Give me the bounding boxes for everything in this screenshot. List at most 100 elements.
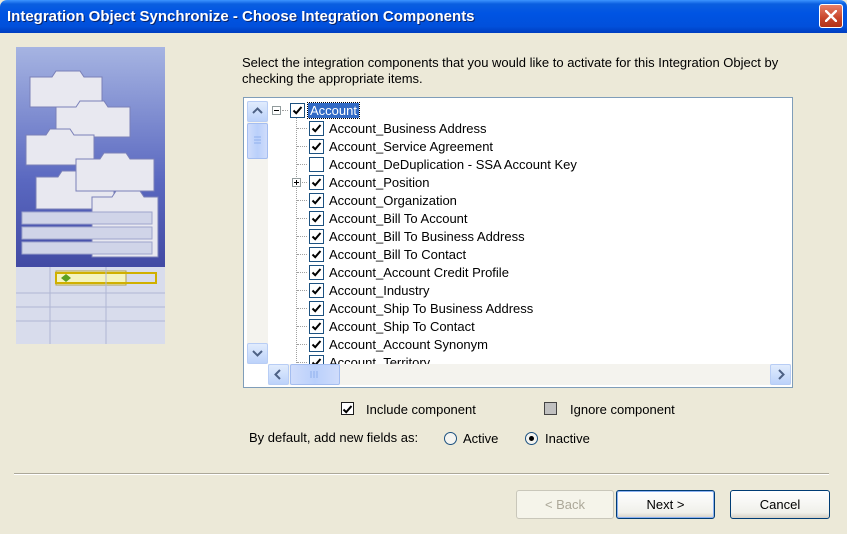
tree-connector-line (297, 200, 307, 201)
scroll-up-button[interactable] (247, 101, 268, 122)
tree-item-label: Account_Account Synonym (329, 337, 488, 352)
tree-item-label: Account_Bill To Business Address (329, 229, 525, 244)
tree-item[interactable]: Account_Ship To Business Address (270, 299, 790, 317)
tree-item[interactable]: Account_Account Synonym (270, 335, 790, 353)
component-checkbox[interactable] (309, 337, 324, 352)
tree-item-label: Account_Territory (329, 355, 431, 364)
tree-connector-line (297, 128, 307, 129)
active-radio-label[interactable]: Active (463, 431, 498, 446)
checkmark-icon (311, 340, 322, 349)
checkmark-icon (311, 232, 322, 241)
component-checkbox[interactable] (309, 211, 324, 226)
tree-item-label: Account_Bill To Contact (329, 247, 467, 262)
component-checkbox[interactable] (309, 319, 324, 334)
ignore-legend-swatch (544, 402, 557, 415)
component-checkbox[interactable] (309, 283, 324, 298)
horizontal-scrollbar[interactable] (268, 364, 791, 385)
tree-item[interactable]: Account_Service Agreement (270, 137, 790, 155)
include-legend-swatch (341, 402, 354, 415)
scroll-corner (247, 364, 268, 385)
vertical-scrollbar[interactable] (247, 101, 268, 364)
tree-item[interactable]: Account_Ship To Contact (270, 317, 790, 335)
tree-item-label: Account_DeDuplication - SSA Account Key (329, 157, 577, 172)
component-checkbox[interactable] (309, 301, 324, 316)
tree-item[interactable]: Account_Industry (270, 281, 790, 299)
tree-item-label: Account_Service Agreement (329, 139, 494, 154)
tree-item-label: Account_Organization (329, 193, 457, 208)
inactive-radio[interactable] (525, 432, 538, 445)
inactive-radio-label[interactable]: Inactive (545, 431, 590, 446)
scroll-left-button[interactable] (268, 364, 289, 385)
active-radio[interactable] (444, 432, 457, 445)
next-button[interactable]: Next > (616, 490, 715, 519)
collapse-icon[interactable] (272, 106, 281, 115)
tree-item[interactable]: Account_Bill To Business Address (270, 227, 790, 245)
chevron-left-icon (274, 369, 281, 380)
tree-connector-line (297, 218, 307, 219)
back-button[interactable]: < Back (516, 490, 614, 519)
tree-item-label: Account_Business Address (329, 121, 487, 136)
component-checkbox[interactable] (309, 265, 324, 280)
checkmark-icon (311, 268, 322, 277)
checkmark-icon (292, 106, 303, 115)
scroll-down-button[interactable] (247, 343, 268, 364)
tree-item-label: Account_Ship To Business Address (329, 301, 534, 316)
account-checkbox[interactable] (290, 103, 305, 118)
tree-connector-line (297, 308, 307, 309)
checkmark-icon (311, 142, 322, 151)
components-tree[interactable]: Account Account_Business Address Account_… (243, 97, 793, 388)
tree-connector-line (282, 110, 288, 111)
checkmark-icon (311, 178, 322, 187)
vertical-scroll-thumb[interactable] (247, 123, 268, 159)
tree-item-label: Account_Position (329, 175, 430, 190)
grip-icon (254, 136, 261, 144)
component-checkbox[interactable] (309, 139, 324, 154)
tree-item[interactable]: Account_Organization (270, 191, 790, 209)
component-checkbox[interactable] (309, 355, 324, 364)
include-legend-label: Include component (366, 402, 476, 417)
window-title: Integration Object Synchronize - Choose … (7, 8, 475, 25)
tree-item[interactable]: Account_Position (270, 173, 790, 191)
checkmark-icon (311, 124, 322, 133)
tree-item[interactable]: Account_Business Address (270, 119, 790, 137)
tree-item-label: Account_Industry (329, 283, 430, 298)
tree-connector-line (297, 164, 307, 165)
scroll-right-button[interactable] (770, 364, 791, 385)
tree-item[interactable]: Account_Bill To Contact (270, 245, 790, 263)
component-checkbox[interactable] (309, 229, 324, 244)
component-checkbox[interactable] (309, 121, 324, 136)
tree-item[interactable]: Account_Account Credit Profile (270, 263, 790, 281)
component-checkbox[interactable] (309, 193, 324, 208)
component-checkbox[interactable] (309, 175, 324, 190)
title-bar: Integration Object Synchronize - Choose … (0, 0, 847, 33)
chevron-up-icon (252, 107, 263, 114)
tree-item[interactable]: Account_Territory (270, 353, 790, 364)
expand-icon[interactable] (292, 178, 301, 187)
tree-connector-line (297, 236, 307, 237)
tree-item-label: Account_Ship To Contact (329, 319, 475, 334)
tree-item-label: Account_Bill To Account (329, 211, 468, 226)
checkmark-icon (342, 405, 353, 414)
tree-connector-line (297, 146, 307, 147)
default-fields-label: By default, add new fields as: (249, 430, 419, 445)
checkmark-icon (311, 250, 322, 259)
tree-item[interactable]: Account_Bill To Account (270, 209, 790, 227)
horizontal-scroll-thumb[interactable] (290, 364, 340, 385)
checkmark-icon (311, 322, 322, 331)
tree-connector-line (297, 344, 307, 345)
tree-connector-line (297, 272, 307, 273)
cancel-button[interactable]: Cancel (730, 490, 830, 519)
tree-connector-line (297, 326, 307, 327)
close-button[interactable] (819, 4, 843, 28)
close-icon (825, 10, 837, 22)
checkmark-icon (311, 214, 322, 223)
checkmark-icon (311, 196, 322, 205)
tree-item[interactable]: Account_DeDuplication - SSA Account Key (270, 155, 790, 173)
tree-connector-line (297, 362, 307, 363)
ignore-legend-label: Ignore component (570, 402, 675, 417)
tree-root-account[interactable]: Account (270, 101, 790, 119)
component-checkbox[interactable] (309, 247, 324, 262)
radio-selected-dot (529, 436, 534, 441)
component-checkbox[interactable] (309, 157, 324, 172)
instructions-text: Select the integration components that y… (242, 55, 779, 86)
